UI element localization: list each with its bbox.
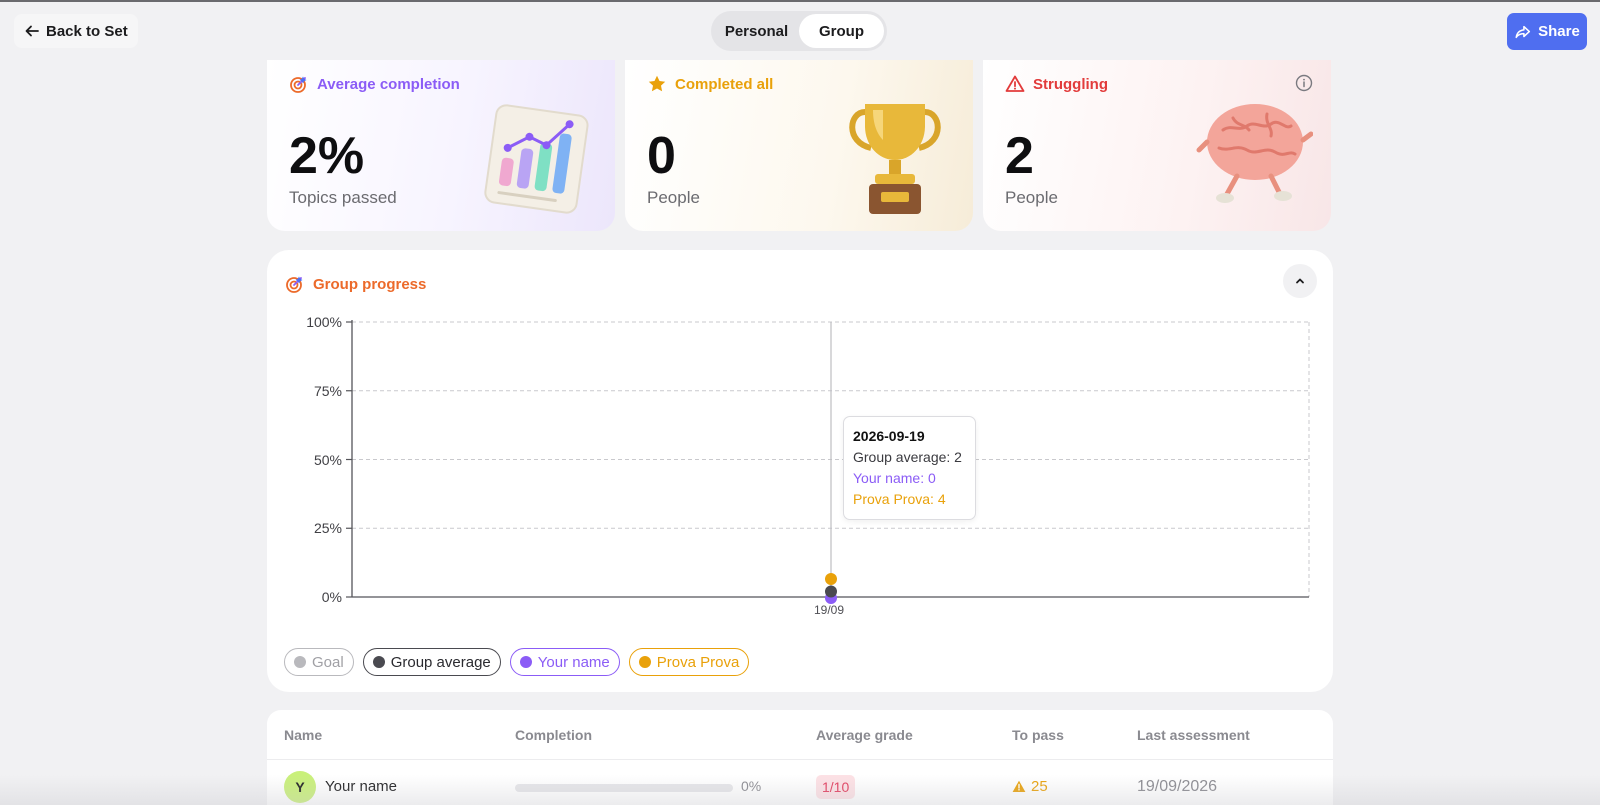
legend-goal[interactable]: Goal <box>284 648 354 676</box>
share-button[interactable]: Share <box>1507 13 1587 50</box>
completed-all-label: Completed all <box>675 75 774 93</box>
col-to-pass[interactable]: To pass <box>1012 727 1064 743</box>
chart-illustration-icon <box>484 104 589 214</box>
toggle-group[interactable]: Group <box>799 14 884 48</box>
progress-chart <box>346 320 1310 604</box>
struggling-value: 2 <box>1005 127 1034 185</box>
y-tick-label: 0% <box>321 589 342 605</box>
completed-all-card: Completed all 0 People <box>625 60 973 231</box>
star-icon <box>648 75 666 92</box>
col-name[interactable]: Name <box>284 727 322 743</box>
tooltip-prova: Prova Prova: 4 <box>853 491 946 507</box>
completed-all-sub: People <box>647 188 700 207</box>
struggling-card: Struggling 2 People <box>983 60 1331 231</box>
tooltip-date: 2026-09-19 <box>853 428 925 444</box>
group-progress-panel: Group progress 100% 75% 50% 25% 0% 19/09 202… <box>267 250 1333 692</box>
struggling-sub: People <box>1005 188 1058 207</box>
chart-tooltip: 2026-09-19 Group average: 2 Your name: 0… <box>843 416 976 520</box>
x-tick-label: 19/09 <box>814 603 845 617</box>
table-row[interactable]: Y Your name 0% 1/10 25 19/09/2026 <box>267 761 1333 805</box>
legend-dot <box>372 656 385 668</box>
back-label: Back to Set <box>46 22 128 40</box>
y-tick-label: 100% <box>306 314 342 330</box>
trophy-illustration-icon <box>849 104 941 214</box>
arrow-left-icon <box>25 25 39 37</box>
chart-legend: Goal Group average Your name Prova Prova <box>284 648 750 676</box>
to-pass-value: 25 <box>1031 778 1048 795</box>
legend-dot <box>294 656 306 668</box>
col-completion[interactable]: Completion <box>515 727 592 743</box>
tooltip-group-average: Group average: 2 <box>853 449 962 465</box>
legend-label: Your name <box>537 653 610 671</box>
legend-dot <box>519 656 532 668</box>
legend-dot <box>638 656 651 668</box>
table-header: Name Completion Average grade To pass La… <box>267 710 1333 760</box>
legend-prova[interactable]: Prova Prova <box>628 648 750 676</box>
average-completion-value: 2% <box>289 127 365 185</box>
members-table: Name Completion Average grade To pass La… <box>267 710 1333 805</box>
struggling-label: Struggling <box>1033 75 1108 93</box>
legend-group-average[interactable]: Group average <box>362 648 501 676</box>
grade-badge: 1/10 <box>816 775 856 799</box>
toggle-personal[interactable]: Personal <box>714 14 799 48</box>
back-to-set-button[interactable]: Back to Set <box>14 14 138 48</box>
row-last-assessment: 19/09/2026 <box>1137 778 1218 795</box>
col-average-grade[interactable]: Average grade <box>816 727 913 743</box>
legend-label: Prova Prova <box>656 653 740 671</box>
average-completion-sub: Topics passed <box>289 188 397 207</box>
row-to-pass: 25 <box>1012 778 1048 795</box>
legend-label: Goal <box>312 653 344 671</box>
legend-label: Group average <box>390 653 491 671</box>
row-completion: 0% <box>741 778 762 794</box>
view-toggle: Personal Group <box>711 11 887 51</box>
col-last-assessment[interactable]: Last assessment <box>1137 727 1250 743</box>
completed-all-value: 0 <box>647 127 676 185</box>
window-top-border <box>0 0 1600 2</box>
row-name: Your name <box>325 778 397 795</box>
point-group-average <box>825 585 837 598</box>
legend-your-name[interactable]: Your name <box>509 648 620 676</box>
avatar: Y <box>284 771 316 803</box>
point-prova-prova <box>825 573 837 585</box>
share-icon <box>1515 25 1531 38</box>
tooltip-your-name: Your name: 0 <box>853 470 936 486</box>
share-label: Share <box>1538 23 1580 40</box>
average-completion-card: Average completion 2% Topics passed <box>267 60 615 231</box>
y-tick-label: 50% <box>313 451 342 468</box>
running-brain-illustration-icon <box>1196 104 1313 203</box>
completion-progress-bar <box>515 784 733 792</box>
y-tick-label: 75% <box>313 382 342 399</box>
warning-icon <box>1005 75 1025 92</box>
average-completion-label: Average completion <box>317 75 460 93</box>
warning-icon <box>1012 780 1026 792</box>
y-tick-label: 25% <box>313 520 342 537</box>
target-icon <box>290 76 307 93</box>
